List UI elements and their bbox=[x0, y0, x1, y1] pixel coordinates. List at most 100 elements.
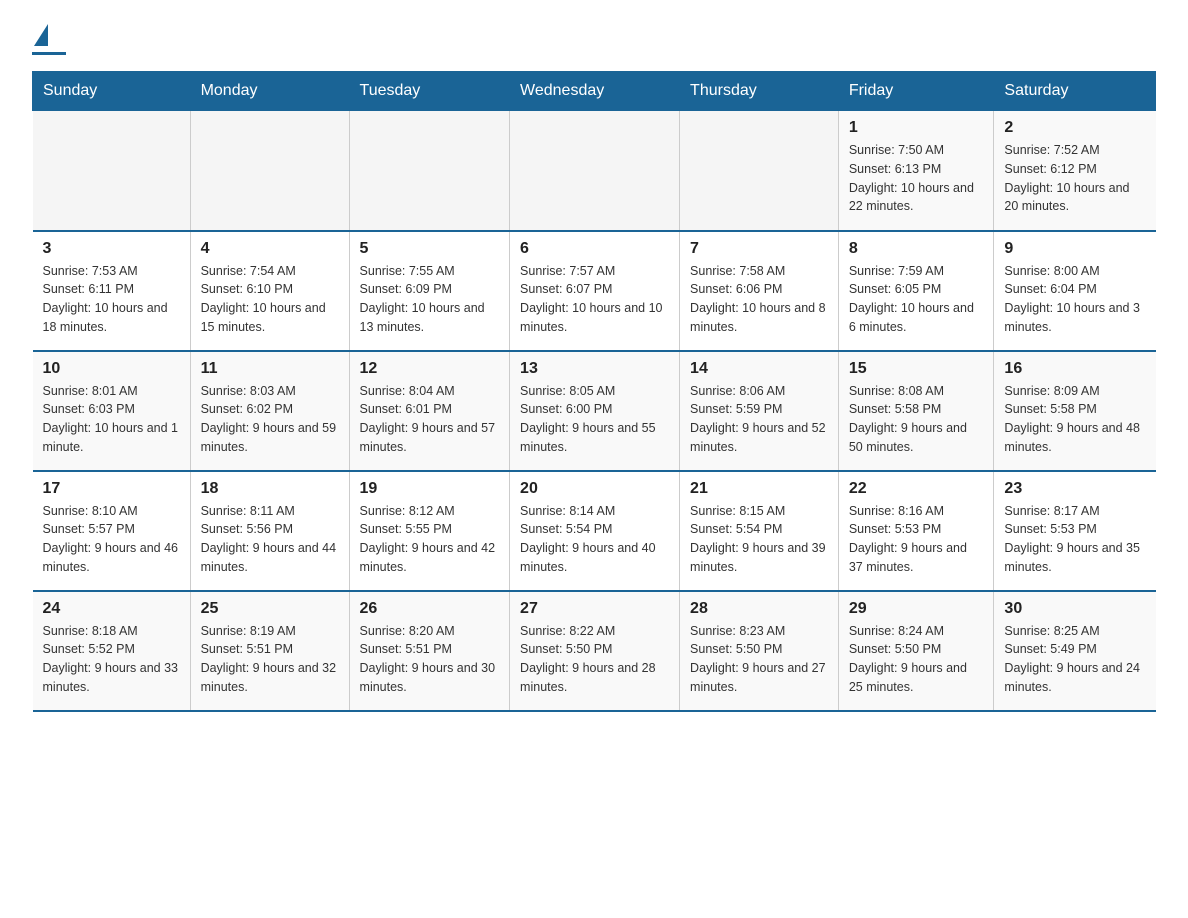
day-info: Sunrise: 8:14 AM Sunset: 5:54 PM Dayligh… bbox=[520, 502, 669, 577]
calendar-week-row: 1 Sunrise: 7:50 AM Sunset: 6:13 PM Daylig… bbox=[33, 111, 1156, 231]
day-info: Sunrise: 8:23 AM Sunset: 5:50 PM Dayligh… bbox=[690, 622, 828, 697]
day-number: 8 bbox=[849, 240, 984, 258]
day-info: Sunrise: 8:25 AM Sunset: 5:49 PM Dayligh… bbox=[1004, 622, 1145, 697]
calendar-cell: 2 Sunrise: 7:52 AM Sunset: 6:12 PM Daylig… bbox=[994, 111, 1156, 231]
day-info: Sunrise: 8:08 AM Sunset: 5:58 PM Dayligh… bbox=[849, 382, 984, 457]
calendar-cell: 9Sunrise: 8:00 AM Sunset: 6:04 PM Daylig… bbox=[994, 231, 1156, 351]
calendar-cell: 4 Sunrise: 7:54 AM Sunset: 6:10 PM Daylig… bbox=[190, 231, 349, 351]
calendar-cell: 5 Sunrise: 7:55 AM Sunset: 6:09 PM Daylig… bbox=[349, 231, 510, 351]
day-info: Sunrise: 7:54 AM Sunset: 6:10 PM Dayligh… bbox=[201, 262, 339, 337]
day-info: Sunrise: 7:59 AM Sunset: 6:05 PM Dayligh… bbox=[849, 262, 984, 337]
calendar-cell: 10 Sunrise: 8:01 AM Sunset: 6:03 PM Dayli… bbox=[33, 351, 191, 471]
calendar-week-row: 3 Sunrise: 7:53 AM Sunset: 6:11 PM Daylig… bbox=[33, 231, 1156, 351]
day-number: 7 bbox=[690, 240, 828, 258]
calendar-cell: 16 Sunrise: 8:09 AM Sunset: 5:58 PM Dayli… bbox=[994, 351, 1156, 471]
day-info: Sunrise: 7:53 AM Sunset: 6:11 PM Dayligh… bbox=[43, 262, 180, 337]
calendar-cell bbox=[349, 111, 510, 231]
calendar-cell: 20 Sunrise: 8:14 AM Sunset: 5:54 PM Dayli… bbox=[510, 471, 680, 591]
calendar-cell: 19 Sunrise: 8:12 AM Sunset: 5:55 PM Dayli… bbox=[349, 471, 510, 591]
calendar-cell bbox=[190, 111, 349, 231]
calendar-cell: 17 Sunrise: 8:10 AM Sunset: 5:57 PM Dayli… bbox=[33, 471, 191, 591]
day-number: 10 bbox=[43, 360, 180, 378]
calendar-header-row: SundayMondayTuesdayWednesdayThursdayFrid… bbox=[33, 72, 1156, 111]
header-monday: Monday bbox=[190, 72, 349, 111]
page-header bbox=[32, 24, 1156, 55]
calendar-cell: 23Sunrise: 8:17 AM Sunset: 5:53 PM Dayli… bbox=[994, 471, 1156, 591]
day-number: 3 bbox=[43, 240, 180, 258]
day-number: 1 bbox=[849, 119, 984, 137]
calendar-cell: 22Sunrise: 8:16 AM Sunset: 5:53 PM Dayli… bbox=[838, 471, 994, 591]
day-number: 17 bbox=[43, 480, 180, 498]
header-tuesday: Tuesday bbox=[349, 72, 510, 111]
calendar-cell: 29 Sunrise: 8:24 AM Sunset: 5:50 PM Dayli… bbox=[838, 591, 994, 711]
day-number: 27 bbox=[520, 600, 669, 618]
day-number: 6 bbox=[520, 240, 669, 258]
day-info: Sunrise: 8:10 AM Sunset: 5:57 PM Dayligh… bbox=[43, 502, 180, 577]
day-number: 16 bbox=[1004, 360, 1145, 378]
day-info: Sunrise: 8:18 AM Sunset: 5:52 PM Dayligh… bbox=[43, 622, 180, 697]
calendar-cell: 18 Sunrise: 8:11 AM Sunset: 5:56 PM Dayli… bbox=[190, 471, 349, 591]
day-info: Sunrise: 8:11 AM Sunset: 5:56 PM Dayligh… bbox=[201, 502, 339, 577]
day-info: Sunrise: 8:15 AM Sunset: 5:54 PM Dayligh… bbox=[690, 502, 828, 577]
day-number: 19 bbox=[360, 480, 500, 498]
day-info: Sunrise: 7:55 AM Sunset: 6:09 PM Dayligh… bbox=[360, 262, 500, 337]
logo-underline bbox=[32, 52, 66, 55]
calendar-cell: 11Sunrise: 8:03 AM Sunset: 6:02 PM Dayli… bbox=[190, 351, 349, 471]
header-thursday: Thursday bbox=[680, 72, 839, 111]
logo bbox=[32, 24, 66, 55]
calendar-cell: 14 Sunrise: 8:06 AM Sunset: 5:59 PM Dayli… bbox=[680, 351, 839, 471]
day-info: Sunrise: 7:58 AM Sunset: 6:06 PM Dayligh… bbox=[690, 262, 828, 337]
day-info: Sunrise: 8:04 AM Sunset: 6:01 PM Dayligh… bbox=[360, 382, 500, 457]
day-number: 18 bbox=[201, 480, 339, 498]
header-friday: Friday bbox=[838, 72, 994, 111]
day-info: Sunrise: 8:12 AM Sunset: 5:55 PM Dayligh… bbox=[360, 502, 500, 577]
calendar-week-row: 17 Sunrise: 8:10 AM Sunset: 5:57 PM Dayli… bbox=[33, 471, 1156, 591]
day-number: 29 bbox=[849, 600, 984, 618]
day-info: Sunrise: 8:06 AM Sunset: 5:59 PM Dayligh… bbox=[690, 382, 828, 457]
calendar-cell: 3 Sunrise: 7:53 AM Sunset: 6:11 PM Daylig… bbox=[33, 231, 191, 351]
day-number: 5 bbox=[360, 240, 500, 258]
calendar-cell: 12 Sunrise: 8:04 AM Sunset: 6:01 PM Dayli… bbox=[349, 351, 510, 471]
day-info: Sunrise: 8:09 AM Sunset: 5:58 PM Dayligh… bbox=[1004, 382, 1145, 457]
day-info: Sunrise: 7:52 AM Sunset: 6:12 PM Dayligh… bbox=[1004, 141, 1145, 216]
day-number: 11 bbox=[201, 360, 339, 378]
day-number: 12 bbox=[360, 360, 500, 378]
day-info: Sunrise: 7:57 AM Sunset: 6:07 PM Dayligh… bbox=[520, 262, 669, 337]
day-number: 20 bbox=[520, 480, 669, 498]
day-number: 23 bbox=[1004, 480, 1145, 498]
day-info: Sunrise: 8:20 AM Sunset: 5:51 PM Dayligh… bbox=[360, 622, 500, 697]
calendar-cell: 7 Sunrise: 7:58 AM Sunset: 6:06 PM Daylig… bbox=[680, 231, 839, 351]
calendar-cell bbox=[680, 111, 839, 231]
calendar-week-row: 24 Sunrise: 8:18 AM Sunset: 5:52 PM Dayli… bbox=[33, 591, 1156, 711]
calendar-cell bbox=[33, 111, 191, 231]
calendar-table: SundayMondayTuesdayWednesdayThursdayFrid… bbox=[32, 71, 1156, 712]
day-info: Sunrise: 8:01 AM Sunset: 6:03 PM Dayligh… bbox=[43, 382, 180, 457]
day-number: 22 bbox=[849, 480, 984, 498]
day-number: 2 bbox=[1004, 119, 1145, 137]
calendar-cell bbox=[510, 111, 680, 231]
calendar-cell: 27 Sunrise: 8:22 AM Sunset: 5:50 PM Dayli… bbox=[510, 591, 680, 711]
calendar-cell: 30 Sunrise: 8:25 AM Sunset: 5:49 PM Dayli… bbox=[994, 591, 1156, 711]
day-number: 30 bbox=[1004, 600, 1145, 618]
day-info: Sunrise: 8:00 AM Sunset: 6:04 PM Dayligh… bbox=[1004, 262, 1145, 337]
day-number: 14 bbox=[690, 360, 828, 378]
calendar-cell: 8 Sunrise: 7:59 AM Sunset: 6:05 PM Daylig… bbox=[838, 231, 994, 351]
day-number: 24 bbox=[43, 600, 180, 618]
day-info: Sunrise: 8:24 AM Sunset: 5:50 PM Dayligh… bbox=[849, 622, 984, 697]
day-number: 15 bbox=[849, 360, 984, 378]
day-info: Sunrise: 8:22 AM Sunset: 5:50 PM Dayligh… bbox=[520, 622, 669, 697]
day-number: 21 bbox=[690, 480, 828, 498]
calendar-week-row: 10 Sunrise: 8:01 AM Sunset: 6:03 PM Dayli… bbox=[33, 351, 1156, 471]
day-number: 25 bbox=[201, 600, 339, 618]
calendar-cell: 15 Sunrise: 8:08 AM Sunset: 5:58 PM Dayli… bbox=[838, 351, 994, 471]
day-info: Sunrise: 8:19 AM Sunset: 5:51 PM Dayligh… bbox=[201, 622, 339, 697]
calendar-cell: 13Sunrise: 8:05 AM Sunset: 6:00 PM Dayli… bbox=[510, 351, 680, 471]
logo-triangle-icon bbox=[34, 24, 48, 46]
day-number: 13 bbox=[520, 360, 669, 378]
calendar-cell: 6 Sunrise: 7:57 AM Sunset: 6:07 PM Daylig… bbox=[510, 231, 680, 351]
header-sunday: Sunday bbox=[33, 72, 191, 111]
calendar-cell: 26Sunrise: 8:20 AM Sunset: 5:51 PM Dayli… bbox=[349, 591, 510, 711]
day-number: 4 bbox=[201, 240, 339, 258]
day-info: Sunrise: 7:50 AM Sunset: 6:13 PM Dayligh… bbox=[849, 141, 984, 216]
header-saturday: Saturday bbox=[994, 72, 1156, 111]
